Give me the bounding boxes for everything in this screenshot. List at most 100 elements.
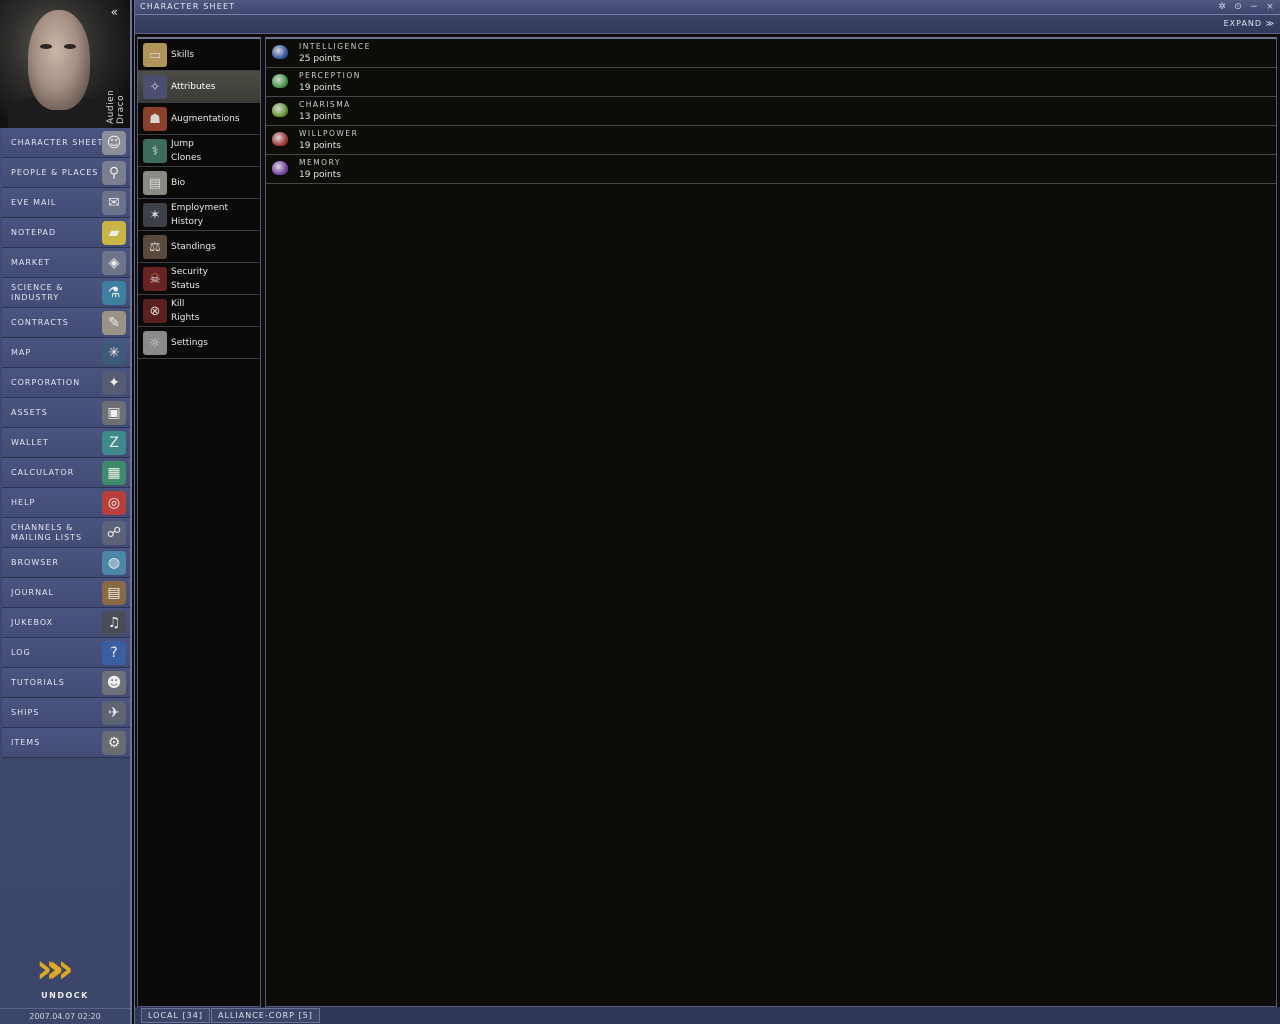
neocom-item-jukebox[interactable]: JUKEBOX ♫ (2, 608, 130, 638)
neocom-item-label: SCIENCE & INDUSTRY (11, 282, 64, 302)
attribute-points: 19 points (299, 170, 341, 180)
calculator-icon: ▦ (102, 461, 126, 485)
window-titlebar[interactable]: CHARACTER SHEET ✲ ⊙ − × (135, 0, 1280, 15)
tab-label: Skills (171, 49, 195, 60)
contract-icon: ✎ (102, 311, 126, 335)
attribute-points: 19 points (299, 141, 341, 151)
window-close-icon[interactable]: × (1263, 1, 1277, 13)
skillbook-icon: ▭ (143, 43, 167, 67)
neocom-item-help[interactable]: HELP ◎ (2, 488, 130, 518)
neocom-item-label: HELP (11, 497, 36, 507)
neocom-item-label: CALCULATOR (11, 467, 75, 477)
neocom-item-label: CORPORATION (11, 377, 81, 387)
science-icon: ⚗ (102, 281, 126, 305)
tab-label: Jump Clones (171, 138, 202, 163)
tab-kill-rights[interactable]: ⊗ Kill Rights (138, 295, 260, 327)
tab-standings[interactable]: ⚖ Standings (138, 231, 260, 263)
attribute-row-memory[interactable]: MEMORY 19 points (266, 155, 1276, 184)
tab-employment-history[interactable]: ✶ Employment History (138, 199, 260, 231)
tab-label: Attributes (171, 81, 216, 92)
neocom-item-browser[interactable]: BROWSER ◍ (2, 548, 130, 578)
neocom-item-character-sheet[interactable]: CHARACTER SHEET ☺ (2, 128, 130, 158)
tab-jump-clones[interactable]: ⚕ Jump Clones (138, 135, 260, 167)
channel-tab-alliance-corp[interactable]: ALLIANCE-CORP [5] (211, 1008, 320, 1023)
neocom-item-label: CHANNELS & MAILING LISTS (11, 522, 83, 542)
neocom-item-notepad[interactable]: NOTEPAD ▰ (2, 218, 130, 248)
neocom-menu: CHARACTER SHEET ☺ PEOPLE & PLACES ⚲ EVE MAIL… (2, 128, 130, 758)
portrait-face (28, 10, 90, 110)
collapse-neocom-button[interactable]: « (111, 5, 118, 19)
tab-label: Employment History (171, 202, 229, 227)
headphones-icon: ♫ (102, 611, 126, 635)
portrait-eye (64, 44, 76, 49)
neocom-item-wallet[interactable]: WALLET Z (2, 428, 130, 458)
tab-security-status[interactable]: ☠ Security Status (138, 263, 260, 295)
attribute-points: 19 points (299, 83, 341, 93)
chat-channel-bar: LOCAL [34] ALLIANCE-CORP [5] (135, 1007, 1280, 1024)
vitruvian-icon: ☺ (102, 131, 126, 155)
kill-rights-icon: ⊗ (143, 299, 167, 323)
attribute-row-perception[interactable]: PERCEPTION 19 points (266, 68, 1276, 97)
memory-icon (272, 161, 288, 175)
neocom-item-label: LOG (11, 647, 31, 657)
corporation-icon: ✦ (102, 371, 126, 395)
character-name: Audien Draco (106, 89, 126, 124)
expand-button[interactable]: EXPAND ≫ (1224, 19, 1275, 28)
attribute-name: INTELLIGENCE (299, 42, 371, 51)
neocom-item-contracts[interactable]: CONTRACTS ✎ (2, 308, 130, 338)
attribute-row-intelligence[interactable]: INTELLIGENCE 25 points (266, 39, 1276, 68)
tab-skills[interactable]: ▭ Skills (138, 39, 260, 71)
tab-attributes[interactable]: ✧ Attributes (138, 71, 260, 103)
portrait-eye (40, 44, 52, 49)
neocom-item-market[interactable]: MARKET ◈ (2, 248, 130, 278)
window-pin-icon[interactable]: ⊙ (1231, 1, 1245, 13)
neocom-item-assets[interactable]: ASSETS ▣ (2, 398, 130, 428)
neocom-item-people-places[interactable]: PEOPLE & PLACES ⚲ (2, 158, 130, 188)
neocom-item-science-industry[interactable]: SCIENCE & INDUSTRY ⚗ (2, 278, 130, 308)
window-minimize-icon[interactable]: − (1247, 1, 1261, 13)
neocom-item-channels[interactable]: CHANNELS & MAILING LISTS ☍ (2, 518, 130, 548)
tab-label: Settings (171, 337, 208, 348)
neocom-item-items[interactable]: ITEMS ⚙ (2, 728, 130, 758)
channel-tab-local[interactable]: LOCAL [34] (141, 1008, 210, 1023)
attributes-icon: ✧ (143, 75, 167, 99)
neocom-item-label: EVE MAIL (11, 197, 57, 207)
neocom-item-label: MAP (11, 347, 32, 357)
window-subheader: EXPAND ≫ (135, 15, 1280, 34)
clone-icon: ⚕ (143, 139, 167, 163)
neocom-item-calculator[interactable]: CALCULATOR ▦ (2, 458, 130, 488)
window-title: CHARACTER SHEET (140, 2, 236, 11)
attribute-row-charisma[interactable]: CHARISMA 13 points (266, 97, 1276, 126)
neocom-item-log[interactable]: LOG? (2, 638, 130, 668)
envelope-icon: ✉ (102, 191, 126, 215)
window-options-icon[interactable]: ✲ (1215, 1, 1229, 13)
neocom-item-journal[interactable]: JOURNAL ▤ (2, 578, 130, 608)
tab-bio[interactable]: ▤ Bio (138, 167, 260, 199)
intelligence-icon (272, 45, 288, 59)
tab-label: Bio (171, 177, 186, 188)
attribute-name: WILLPOWER (299, 129, 359, 138)
neocom-item-ships[interactable]: SHIPS ✈ (2, 698, 130, 728)
neocom-item-eve-mail[interactable]: EVE MAIL ✉ (2, 188, 130, 218)
tab-settings[interactable]: ☼ Settings (138, 327, 260, 359)
tab-label: Security Status (171, 266, 208, 291)
undock-button[interactable]: »» UNDOCK (0, 940, 130, 1004)
items-icon: ⚙ (102, 731, 126, 755)
attribute-name: PERCEPTION (299, 71, 361, 80)
notepad-icon: ▰ (102, 221, 126, 245)
employment-icon: ✶ (143, 203, 167, 227)
window-controls: ✲ ⊙ − × (1215, 1, 1277, 13)
attribute-points: 13 points (299, 112, 341, 122)
attribute-row-willpower[interactable]: WILLPOWER 19 points (266, 126, 1276, 155)
neocom-sidebar: « Audien Draco CHARACTER SHEET ☺ PEOPLE & … (0, 0, 132, 1024)
neocom-item-tutorials[interactable]: TUTORIALS ☻ (2, 668, 130, 698)
neocom-item-corporation[interactable]: CORPORATION ✦ (2, 368, 130, 398)
tab-augmentations[interactable]: ☗ Augmentations (138, 103, 260, 135)
journal-icon: ▤ (102, 581, 126, 605)
neocom-item-label: WALLET (11, 437, 49, 447)
undock-chevrons-icon: »» (36, 946, 74, 992)
neocom-item-label: JOURNAL (11, 587, 54, 597)
attributes-panel: INTELLIGENCE 25 points PERCEPTION 19 points… (265, 37, 1277, 1007)
neocom-item-label: CHARACTER SHEET (11, 137, 104, 147)
neocom-item-map[interactable]: MAP ✳ (2, 338, 130, 368)
